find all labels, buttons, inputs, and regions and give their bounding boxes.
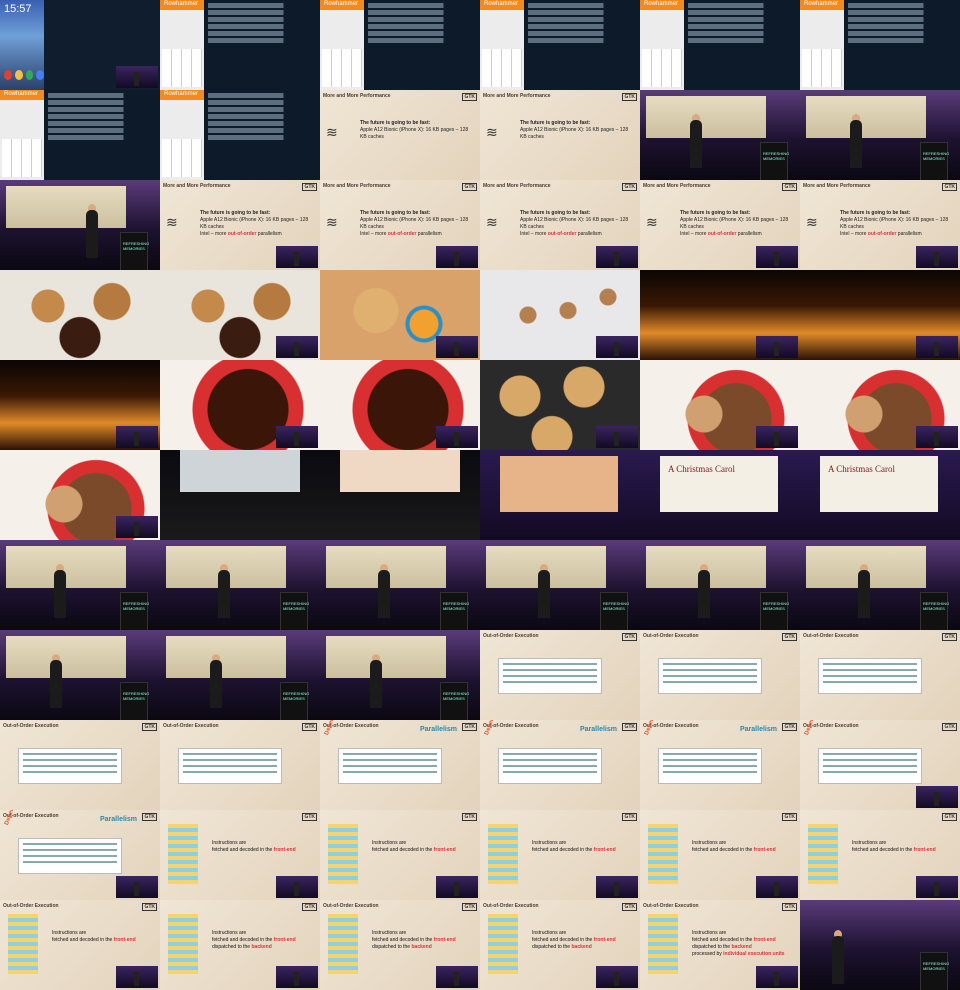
dough-photo (320, 270, 480, 360)
cookie-dip-photo (800, 360, 960, 450)
slide-performance: More and More Performance GTK ≋ The futur… (320, 90, 480, 180)
stage-frame: REFRESHING MEMORIES (0, 180, 160, 270)
stage-frame: REFRESHING MEMORIES (0, 630, 160, 720)
keyboard-terminal-frame: Rowhammer (480, 0, 640, 90)
keyboard-terminal-frame: Rowhammer (160, 0, 320, 90)
oven-photo (0, 360, 160, 450)
stage-frame: REFRESHING MEMORIES (800, 900, 960, 990)
keyboard-terminal-frame: Rowhammer (320, 0, 480, 90)
wind-icon: ≋ (486, 124, 498, 140)
slide-ooo: Out-of-Order Execution GTK (800, 630, 960, 720)
slide-ooo-backend: Out-of-Order Execution GTK Instructions ar… (320, 900, 480, 990)
stage-frame: REFRESHING MEMORIES (800, 90, 960, 180)
stage-wide-frame (480, 450, 640, 540)
stage-frame: REFRESHING MEMORIES (640, 540, 800, 630)
slide-ooo-frontend: GTK Instructions are fetched and decoded i… (480, 810, 640, 900)
keyboard-terminal-frame: Rowhammer (640, 0, 800, 90)
terminal-area (44, 0, 160, 90)
stage-frame: REFRESHING MEMORIES (160, 630, 320, 720)
cookies-photo (0, 270, 160, 360)
stage-frame (160, 450, 320, 540)
slide-performance: More and More Performance GTK ≋ The future… (480, 180, 640, 270)
slide-ooo-units: Out-of-Order Execution GTK Instructions ar… (640, 900, 800, 990)
stage-frame (320, 450, 480, 540)
keyboard-terminal-frame: Rowhammer (800, 0, 960, 90)
stage-frame: REFRESHING MEMORIES (320, 630, 480, 720)
slide-performance: More and More Performance GTK ≋ The future… (320, 180, 480, 270)
slide-performance: More and More Performance GTK ≋ The futur… (480, 90, 640, 180)
slide-performance: More and More Performance GTK ≋ The future… (160, 180, 320, 270)
slide-ooo-parallel: Out-of-Order ExecutionGTKParallelismDepe… (320, 720, 480, 810)
slide-ooo-frontend: GTK Instructions are fetched and decoded i… (160, 810, 320, 900)
slide-ooo-parallel: Out-of-Order ExecutionGTKParallelismDepe… (0, 810, 160, 900)
slide-ooo-frontend: GTK Instructions are fetched and decoded i… (320, 810, 480, 900)
keyboard-terminal-frame: Rowhammer (0, 90, 160, 180)
cookies-photo (160, 270, 320, 360)
oven-photo (640, 270, 800, 360)
slide-ooo: Out-of-Order Execution GTK (480, 630, 640, 720)
slide-ooo-parallel: Out-of-Order ExecutionGTKDependency (800, 720, 960, 810)
phone-frame: 15:57 (0, 0, 160, 90)
cookie-rack-photo (480, 360, 640, 450)
slide-ooo-frontend: GTK Instructions are fetched and decoded i… (800, 810, 960, 900)
frame-grid: 15:57 Rowhammer Rowhammer Rowhammer Rowh… (0, 0, 960, 990)
slide-ooo-backend: Out-of-Order Execution GTK Instructions ar… (480, 900, 640, 990)
dough-balls-photo (480, 270, 640, 360)
phone-time: 15:57 (4, 3, 32, 15)
slide-ooo: Out-of-Order Execution GTK (640, 630, 800, 720)
stage-frame: REFRESHING MEMORIES (0, 540, 160, 630)
oven-photo (800, 270, 960, 360)
christmas-carol-frame: A Christmas Carol (640, 450, 800, 540)
stage-frame: REFRESHING MEMORIES (800, 540, 960, 630)
slide-performance: More and More Performance GTK ≋ The future… (640, 180, 800, 270)
chocolate-photo (160, 360, 320, 450)
stage-frame: REFRESHING MEMORIES (640, 90, 800, 180)
slide-ooo: Out-of-Order Execution GTK (160, 720, 320, 810)
slide-ooo-parallel: Out-of-Order ExecutionGTKParallelismDepe… (640, 720, 800, 810)
stage-frame: REFRESHING MEMORIES (320, 540, 480, 630)
keyboard-terminal-frame: Rowhammer (160, 90, 320, 180)
stage-frame: REFRESHING MEMORIES (160, 540, 320, 630)
app-dock (4, 70, 44, 80)
slide-ooo-frontend: GTK Instructions are fetched and decoded i… (640, 810, 800, 900)
christmas-carol-frame: A Christmas Carol (800, 450, 960, 540)
wind-icon: ≋ (326, 124, 338, 140)
stage-frame: REFRESHING MEMORIES (480, 540, 640, 630)
slide-ooo: Out-of-Order Execution GTK (0, 720, 160, 810)
slide-ooo-frontend: Out-of-Order Execution GTK Instructions ar… (0, 900, 160, 990)
cookie-dip-photo (0, 450, 160, 540)
slide-ooo-backend: GTK Instructions are fetched and decoded i… (160, 900, 320, 990)
cookie-dip-photo (640, 360, 800, 450)
chocolate-photo (320, 360, 480, 450)
slide-performance: More and More Performance GTK ≋ The future… (800, 180, 960, 270)
slide-ooo-parallel: Out-of-Order ExecutionGTKParallelismDepe… (480, 720, 640, 810)
